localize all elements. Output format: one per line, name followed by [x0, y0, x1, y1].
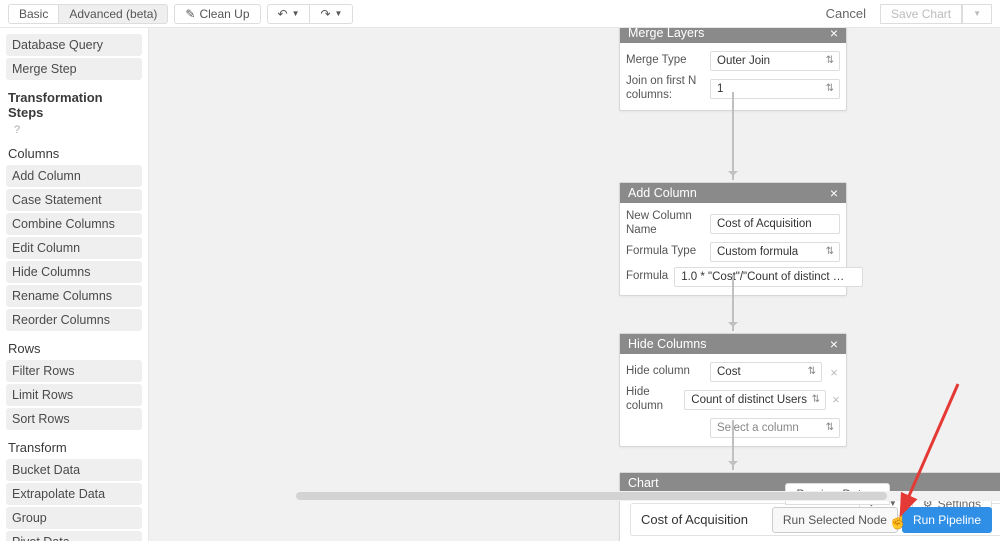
sidebar: Database QueryMerge Step Transformation …: [0, 28, 148, 541]
undo-button[interactable]: ↶▼: [267, 4, 311, 24]
run-pipeline-button[interactable]: Run Pipeline: [902, 507, 992, 533]
remove-row-icon[interactable]: ×: [832, 392, 840, 407]
sidebar-item-bucket-data[interactable]: Bucket Data: [6, 459, 142, 481]
sidebar-item-edit-column[interactable]: Edit Column: [6, 237, 142, 259]
cleanup-button[interactable]: ✎ Clean Up: [174, 4, 260, 24]
caret-down-icon: ▼: [335, 10, 343, 18]
close-icon[interactable]: ×: [830, 28, 838, 40]
redo-button[interactable]: ↷▼: [310, 4, 353, 24]
field-label: Hide column: [626, 365, 704, 379]
close-icon[interactable]: ×: [830, 186, 838, 200]
connector: [732, 92, 734, 180]
sidebar-item-merge-step[interactable]: Merge Step: [6, 58, 142, 80]
sidebar-item-pivot-data[interactable]: Pivot Data: [6, 531, 142, 541]
wand-icon: ✎: [185, 8, 195, 20]
sidebar-heading-transform-steps: Transformation Steps: [8, 90, 140, 120]
remove-row-icon[interactable]: ×: [828, 365, 840, 380]
cursor-hand-icon: ☝: [888, 511, 908, 531]
connector: [732, 420, 734, 470]
caret-down-icon: ▼: [973, 10, 981, 18]
h-scrollbar[interactable]: [296, 491, 1000, 501]
mode-basic[interactable]: Basic: [8, 4, 59, 24]
node-title: Chart: [628, 476, 659, 490]
select-field[interactable]: Count of distinct Users: [684, 390, 826, 410]
close-icon[interactable]: ×: [830, 337, 838, 351]
sidebar-item-combine-columns[interactable]: Combine Columns: [6, 213, 142, 235]
select-field[interactable]: 1: [710, 79, 840, 99]
help-icon[interactable]: ?: [14, 124, 142, 136]
redo-icon: ↷: [320, 8, 330, 20]
select-field[interactable]: Select a column: [710, 418, 840, 438]
field-label: Hide column: [626, 386, 678, 414]
sidebar-item-rename-columns[interactable]: Rename Columns: [6, 285, 142, 307]
sidebar-item-limit-rows[interactable]: Limit Rows: [6, 384, 142, 406]
run-selected-node-button[interactable]: Run Selected Node: [772, 507, 898, 533]
sidebar-item-group[interactable]: Group: [6, 507, 142, 529]
field-label: Formula: [626, 270, 668, 284]
sidebar-group-columns: Columns: [8, 146, 140, 161]
sidebar-item-sort-rows[interactable]: Sort Rows: [6, 408, 142, 430]
node-title: Hide Columns: [628, 337, 707, 351]
sidebar-item-extrapolate-data[interactable]: Extrapolate Data: [6, 483, 142, 505]
undo-icon: ↶: [278, 8, 288, 20]
field-label: New Column Name: [626, 210, 704, 238]
node-title: Add Column: [628, 186, 697, 200]
pipeline-canvas[interactable]: Merge Layers × Merge Type Outer Join Join …: [148, 28, 1000, 541]
cleanup-label: Clean Up: [199, 8, 249, 20]
sidebar-item-add-column[interactable]: Add Column: [6, 165, 142, 187]
save-chart-button[interactable]: Save Chart: [880, 4, 962, 24]
select-field[interactable]: Cost: [710, 362, 822, 382]
mode-advanced[interactable]: Advanced (beta): [59, 4, 168, 24]
field-label: Merge Type: [626, 54, 704, 68]
sidebar-item-database-query[interactable]: Database Query: [6, 34, 142, 56]
field-label: Formula Type: [626, 245, 704, 259]
select-field[interactable]: Outer Join: [710, 51, 840, 71]
sidebar-item-case-statement[interactable]: Case Statement: [6, 189, 142, 211]
node-title: Merge Layers: [628, 28, 704, 40]
sidebar-item-filter-rows[interactable]: Filter Rows: [6, 360, 142, 382]
sidebar-group-rows: Rows: [8, 341, 140, 356]
connector: [732, 275, 734, 331]
sidebar-group-transform: Transform: [8, 440, 140, 455]
select-field[interactable]: Custom formula: [710, 242, 840, 262]
text-field[interactable]: 1.0 * "Cost"/"Count of distinct …: [674, 267, 863, 287]
text-field[interactable]: Cost of Acquisition: [710, 214, 840, 234]
caret-down-icon: ▼: [292, 10, 300, 18]
sidebar-item-hide-columns[interactable]: Hide Columns: [6, 261, 142, 283]
cancel-button[interactable]: Cancel: [818, 2, 874, 25]
sidebar-item-reorder-columns[interactable]: Reorder Columns: [6, 309, 142, 331]
save-chart-menu[interactable]: ▼: [962, 4, 992, 24]
field-label: Join on first N columns:: [626, 75, 704, 103]
